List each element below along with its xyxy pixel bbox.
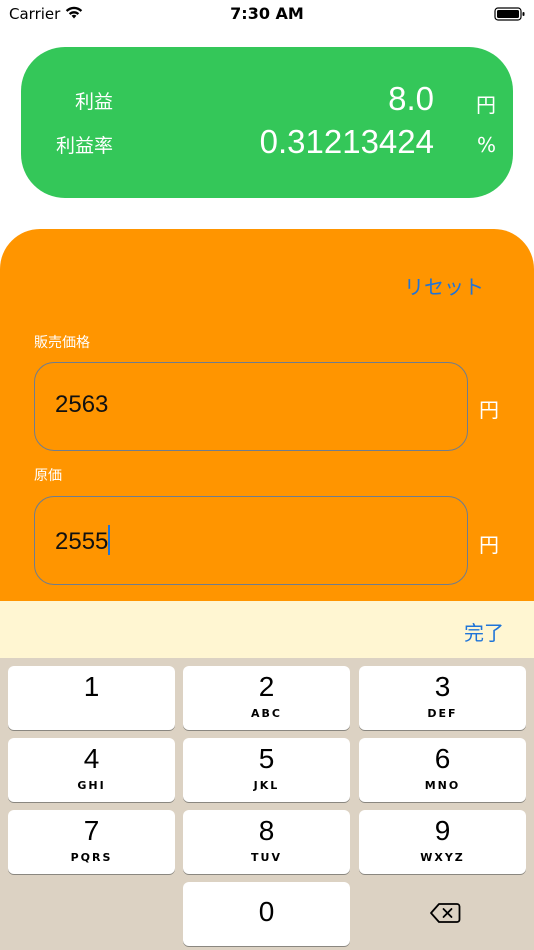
key-letters: DEF	[427, 707, 458, 720]
profit-unit: 円	[476, 93, 496, 117]
key-letters: MNO	[424, 779, 461, 792]
profit-label: 利益	[74, 91, 113, 113]
key-letters: ABC	[251, 707, 282, 720]
key-2[interactable]: 2 ABC	[183, 666, 350, 730]
status-bar: Carrier 7:30 AM	[0, 0, 534, 30]
delete-key[interactable]	[359, 880, 526, 944]
key-number: 4	[83, 743, 100, 774]
selling-price-field[interactable]: 2563	[34, 362, 468, 451]
reset-button[interactable]: リセット	[404, 271, 484, 300]
key-number: 1	[83, 671, 100, 702]
status-time: 7:30 AM	[230, 4, 304, 23]
battery-icon	[494, 7, 525, 21]
cost-value: 2555	[55, 528, 109, 555]
profit-value: 8.0	[388, 80, 434, 117]
number-pad: 1 2 ABC 3 DEF 4 GHI 5 JKL 6 MNO 7 PQRS 8…	[0, 658, 534, 950]
profit-rate-value: 0.31213424	[259, 123, 434, 160]
key-letters: WXYZ	[420, 851, 465, 864]
backspace-icon	[430, 903, 461, 923]
cost-value-wrap: 2555	[55, 525, 111, 556]
key-5[interactable]: 5 JKL	[183, 738, 350, 802]
key-4[interactable]: 4 GHI	[8, 738, 175, 802]
profit-rate-unit: %	[477, 133, 497, 157]
key-number: 6	[434, 743, 451, 774]
done-button[interactable]: 完了	[464, 617, 504, 646]
key-9[interactable]: 9 WXYZ	[359, 810, 526, 874]
key-letters: JKL	[253, 779, 280, 792]
key-letters: TUV	[251, 851, 282, 864]
key-number: 7	[83, 815, 100, 846]
key-3[interactable]: 3 DEF	[359, 666, 526, 730]
key-number: 3	[434, 671, 451, 702]
key-1[interactable]: 1	[8, 666, 175, 730]
key-letters: GHI	[77, 779, 106, 792]
cost-field[interactable]: 2555	[34, 496, 468, 585]
key-6[interactable]: 6 MNO	[359, 738, 526, 802]
key-number: 8	[258, 815, 275, 846]
profit-rate-label: 利益率	[55, 135, 113, 157]
cost-unit: 円	[479, 533, 499, 557]
key-7[interactable]: 7 PQRS	[8, 810, 175, 874]
key-0[interactable]: 0	[183, 882, 350, 946]
keyboard-toolbar: 完了	[0, 601, 534, 658]
key-number: 5	[258, 743, 275, 774]
key-letters: PQRS	[70, 851, 113, 864]
selling-price-unit: 円	[479, 398, 499, 422]
cost-label: 原価	[34, 468, 62, 484]
input-panel: リセット 販売価格 2563 円 原価 2555 円	[0, 229, 534, 629]
key-number: 2	[258, 671, 275, 702]
selling-price-value: 2563	[55, 391, 109, 418]
result-card: 利益 8.0 円 利益率 0.31213424 %	[21, 47, 513, 198]
key-8[interactable]: 8 TUV	[183, 810, 350, 874]
key-number: 0	[258, 896, 275, 927]
text-cursor	[108, 525, 111, 555]
key-number: 9	[434, 815, 451, 846]
selling-price-label: 販売価格	[34, 335, 90, 351]
